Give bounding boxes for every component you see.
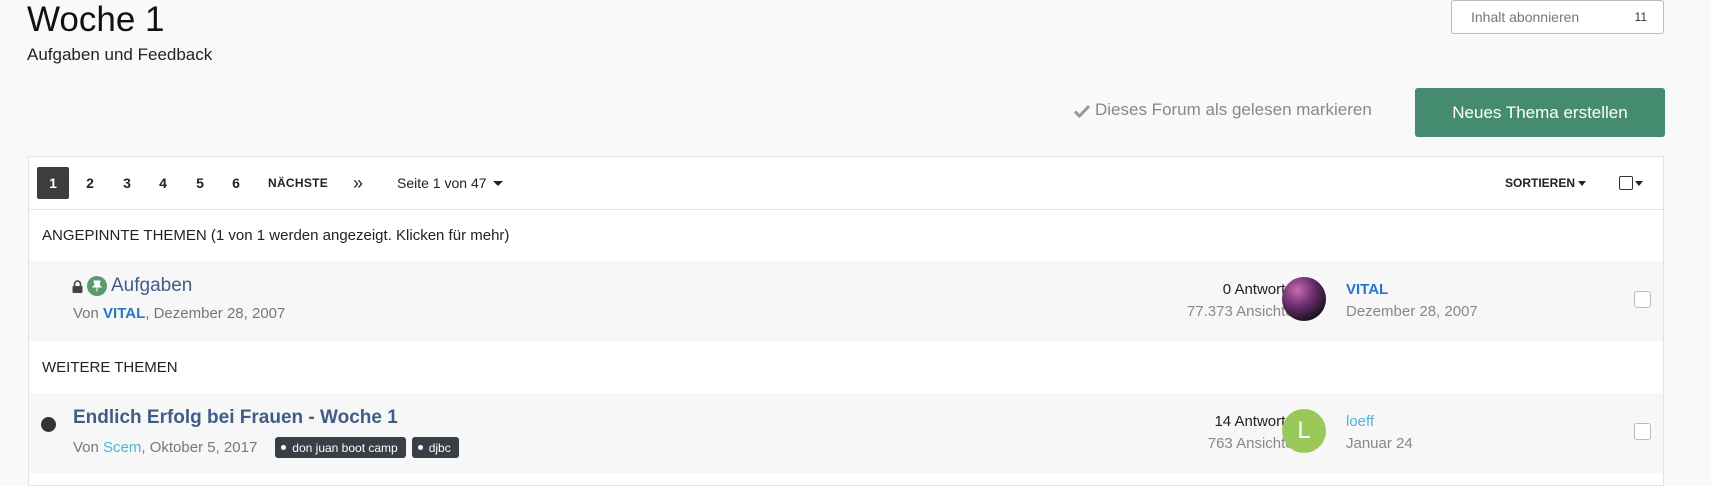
page-4-button[interactable]: 4 — [147, 167, 179, 199]
lock-icon — [72, 279, 83, 293]
check-icon — [1073, 103, 1091, 119]
last-page-icon[interactable]: » — [342, 167, 374, 199]
pinned-section-header[interactable]: ANGEPINNTE THEMEN (1 von 1 werden angeze… — [29, 210, 1663, 260]
pin-icon — [87, 276, 107, 296]
follow-label: Inhalt abonnieren — [1471, 9, 1580, 25]
author-link[interactable]: VITAL — [103, 305, 145, 322]
last-post-date[interactable]: Dezember 28, 2007 — [1346, 301, 1478, 323]
other-section-header: WEITERE THEMEN — [29, 342, 1663, 392]
sort-dropdown[interactable]: SORTIEREN — [1505, 167, 1587, 199]
topic-select-checkbox[interactable] — [1634, 423, 1651, 440]
by-prefix: Von — [73, 305, 99, 322]
unread-indicator-icon[interactable] — [41, 417, 56, 432]
avatar[interactable] — [1282, 277, 1326, 321]
tag-don-juan-boot-camp[interactable]: don juan boot camp — [275, 437, 406, 458]
sort-label: SORTIEREN — [1505, 176, 1576, 190]
topic-title-line: Endlich Erfolg bei Frauen - Woche 1 — [73, 407, 398, 429]
page-jump-dropdown[interactable]: Seite 1 von 47 — [397, 167, 503, 199]
last-post-info: VITAL Dezember 28, 2007 — [1346, 279, 1478, 323]
page-subtitle: Aufgaben und Feedback — [27, 45, 213, 64]
caret-down-icon — [1635, 180, 1643, 186]
tag-djbc[interactable]: djbc — [411, 437, 459, 458]
topic-title-line: Aufgaben — [72, 275, 192, 297]
checkbox-icon — [1619, 176, 1633, 190]
topic-meta: Von VITAL, Dezember 28, 2007 — [73, 305, 285, 322]
last-poster-link[interactable]: loeff — [1346, 411, 1413, 433]
page-3-button[interactable]: 3 — [111, 167, 143, 199]
topic-row: Aufgaben Von VITAL, Dezember 28, 2007 0 … — [29, 261, 1663, 341]
topic-meta: Von Scem, Oktober 5, 2017 don juan boot … — [73, 437, 459, 458]
bulk-select-dropdown[interactable] — [1619, 167, 1643, 199]
page-title: Woche 1 — [27, 0, 165, 39]
mark-read-label: Dieses Forum als gelesen markieren — [1095, 100, 1372, 119]
follow-button[interactable]: Inhalt abonnieren 11 — [1451, 0, 1664, 34]
caret-down-icon — [1578, 180, 1587, 186]
page-2-button[interactable]: 2 — [74, 167, 106, 199]
topic-row: Endlich Erfolg bei Frauen - Woche 1 Von … — [29, 393, 1663, 473]
mark-forum-read-link[interactable]: Dieses Forum als gelesen markieren — [1073, 100, 1372, 120]
page-1-button[interactable]: 1 — [37, 167, 69, 199]
topic-date: , Oktober 5, 2017 — [141, 439, 258, 456]
new-topic-button[interactable]: Neues Thema erstellen — [1415, 88, 1665, 137]
topic-select-checkbox[interactable] — [1634, 291, 1651, 308]
topic-title-link[interactable]: Aufgaben — [111, 275, 192, 297]
by-prefix: Von — [73, 439, 99, 456]
author-link[interactable]: Scem — [103, 439, 141, 456]
last-post-info: loeff Januar 24 — [1346, 411, 1413, 455]
last-post-date[interactable]: Januar 24 — [1346, 433, 1413, 455]
topic-date: , Dezember 28, 2007 — [145, 305, 286, 322]
page-jump-label: Seite 1 von 47 — [397, 175, 487, 191]
avatar[interactable]: L — [1282, 409, 1326, 453]
pagination-bar: 1 2 3 4 5 6 NÄCHSTE » Seite 1 von 47 SOR… — [29, 157, 1663, 210]
page-6-button[interactable]: 6 — [220, 167, 252, 199]
caret-down-icon — [492, 180, 503, 186]
last-poster-link[interactable]: VITAL — [1346, 279, 1478, 301]
topic-list-container: 1 2 3 4 5 6 NÄCHSTE » Seite 1 von 47 SOR… — [28, 156, 1664, 486]
follow-count: 11 — [1634, 10, 1647, 24]
topic-title-link[interactable]: Endlich Erfolg bei Frauen - Woche 1 — [73, 407, 398, 429]
next-page-link[interactable]: NÄCHSTE — [268, 167, 328, 199]
page-5-button[interactable]: 5 — [184, 167, 216, 199]
